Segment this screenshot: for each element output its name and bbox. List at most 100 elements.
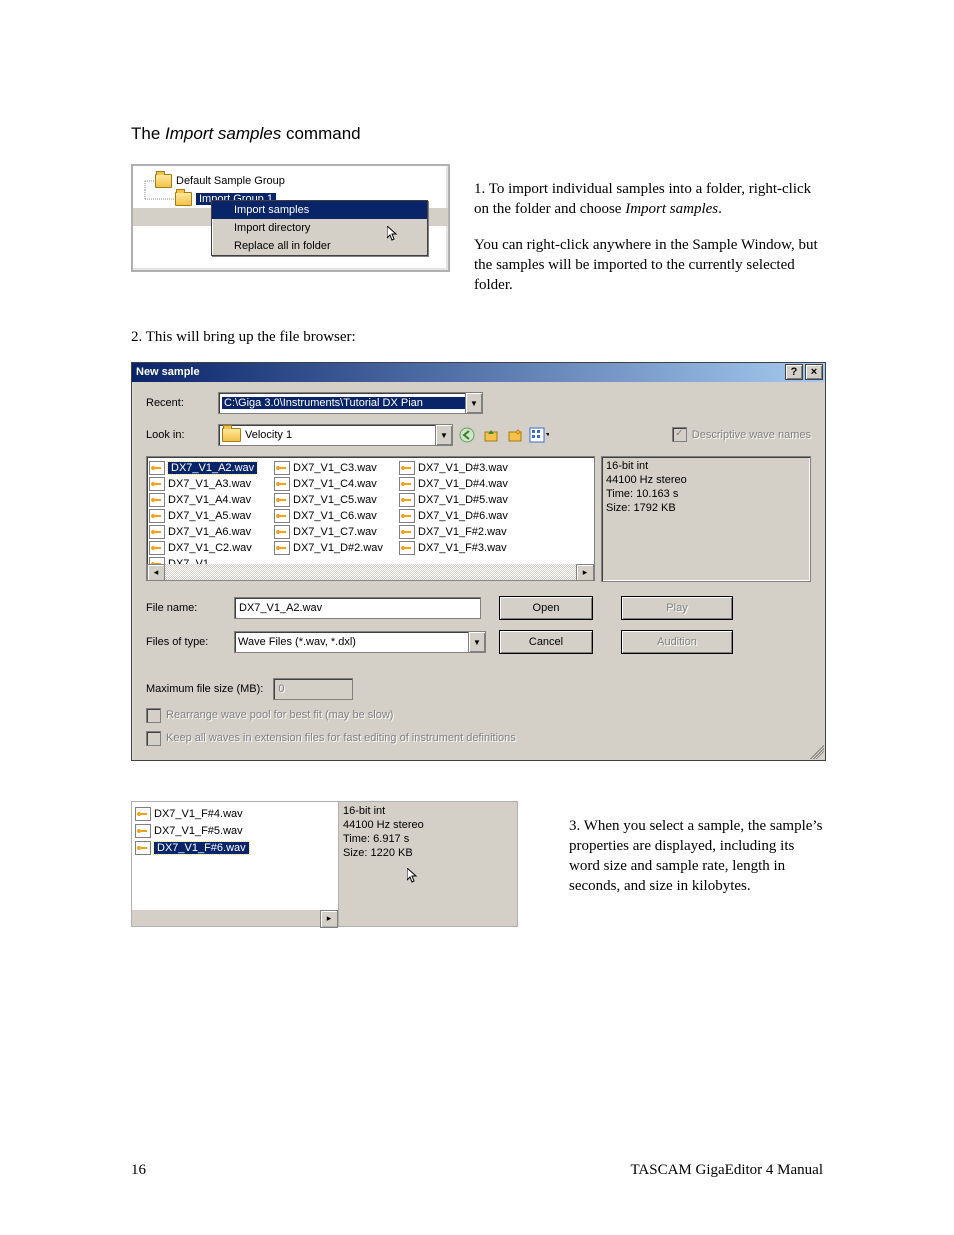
keep-ext-checkbox bbox=[146, 731, 161, 746]
file-item[interactable]: DX7_V1_F#4.wav bbox=[135, 806, 335, 823]
wav-icon bbox=[149, 477, 165, 491]
new-folder-icon[interactable] bbox=[505, 425, 525, 445]
file-item[interactable]: DX7_V1_C2.wav bbox=[149, 540, 274, 556]
tree-screenshot: Default Sample Group Import Group 1 Impo… bbox=[131, 164, 446, 282]
file-item[interactable]: DX7_V1_C3.wav bbox=[274, 460, 399, 476]
wav-icon bbox=[399, 541, 415, 555]
file-item[interactable]: DX7_V1_F#5.wav bbox=[135, 823, 335, 840]
info-line: Size: 1220 KB bbox=[343, 846, 513, 860]
text-em: Import samples bbox=[625, 201, 718, 217]
wav-icon bbox=[399, 477, 415, 491]
filetype-value: Wave Files (*.wav, *.dxl) bbox=[238, 636, 468, 648]
folder-icon bbox=[155, 174, 172, 188]
info-line: Size: 1792 KB bbox=[606, 501, 806, 515]
wav-icon bbox=[399, 493, 415, 507]
file-item[interactable]: DX7_V1_C6.wav bbox=[274, 508, 399, 524]
chevron-down-icon[interactable] bbox=[465, 393, 482, 413]
file-item[interactable]: DX7_V1_F#2.wav bbox=[399, 524, 524, 540]
page-number: 16 bbox=[131, 1162, 146, 1179]
scroll-right-button[interactable]: ▸ bbox=[576, 564, 594, 581]
back-icon[interactable] bbox=[457, 425, 477, 445]
recent-combo[interactable]: C:\Giga 3.0\Instruments\Tutorial DX Pian bbox=[218, 392, 483, 414]
maxsize-label: Maximum file size (MB): bbox=[146, 683, 263, 695]
lookin-combo[interactable]: Velocity 1 bbox=[218, 424, 453, 446]
wav-icon bbox=[399, 509, 415, 523]
resize-grip-icon[interactable] bbox=[810, 745, 824, 759]
file-item[interactable]: DX7_V1_F#6.wav bbox=[135, 840, 335, 857]
body-text: 2. This will bring up the file browser: bbox=[131, 327, 823, 347]
heading-text: command bbox=[281, 124, 360, 143]
close-button[interactable]: × bbox=[805, 364, 823, 380]
sample-properties-screenshot: DX7_V1_F#4.wavDX7_V1_F#5.wavDX7_V1_F#6.w… bbox=[131, 801, 541, 927]
keep-ext-label: Keep all waves in extension files for fa… bbox=[166, 732, 516, 744]
wav-icon bbox=[149, 461, 165, 475]
cancel-button[interactable]: Cancel bbox=[499, 630, 593, 654]
file-info-panel: 16-bit int 44100 Hz stereo Time: 10.163 … bbox=[601, 456, 811, 582]
help-button[interactable]: ? bbox=[785, 364, 803, 380]
wav-icon bbox=[149, 493, 165, 507]
manual-title: TASCAM GigaEditor 4 Manual bbox=[630, 1162, 823, 1179]
audition-button: Audition bbox=[621, 630, 733, 654]
file-dialog: New sample ? × Recent: C:\Giga 3.0\Instr… bbox=[131, 362, 826, 761]
file-item[interactable]: DX7_V1_A2.wav bbox=[149, 460, 274, 476]
recent-label: Recent: bbox=[146, 397, 218, 409]
file-item[interactable]: DX7_V1_A3.wav bbox=[149, 476, 274, 492]
window-title: New sample bbox=[136, 366, 200, 378]
file-item[interactable]: DX7_V1_D#3.wav bbox=[399, 460, 524, 476]
file-item[interactable]: DX7_V1_C7.wav bbox=[274, 524, 399, 540]
file-listing[interactable]: DX7_V1_A2.wavDX7_V1_A3.wavDX7_V1_A4.wavD… bbox=[146, 456, 595, 581]
file-item[interactable]: DX7_V1_C5.wav bbox=[274, 492, 399, 508]
file-item[interactable]: DX7_V1_D#2.wav bbox=[274, 540, 399, 556]
file-item[interactable]: DX7_V1_A5.wav bbox=[149, 508, 274, 524]
wav-icon bbox=[149, 509, 165, 523]
heading-em: Import samples bbox=[165, 124, 281, 143]
view-menu-icon[interactable] bbox=[529, 425, 549, 445]
lookin-value: Velocity 1 bbox=[245, 429, 435, 441]
file-item[interactable]: DX7_V1_D#5.wav bbox=[399, 492, 524, 508]
horizontal-scrollbar[interactable]: ▸ bbox=[132, 910, 338, 926]
menu-item-import-samples[interactable]: Import samples bbox=[212, 201, 427, 219]
file-item[interactable]: DX7_V1_D#6.wav bbox=[399, 508, 524, 524]
wav-icon bbox=[274, 477, 290, 491]
wav-icon bbox=[149, 541, 165, 555]
file-list-panel[interactable]: DX7_V1_F#4.wavDX7_V1_F#5.wavDX7_V1_F#6.w… bbox=[131, 801, 339, 927]
wav-icon bbox=[399, 525, 415, 539]
wav-icon bbox=[135, 824, 151, 838]
lookin-label: Look in: bbox=[146, 429, 218, 441]
heading-text: The bbox=[131, 124, 165, 143]
filename-label: File name: bbox=[146, 602, 234, 614]
file-item[interactable]: DX7_V1_A4.wav bbox=[149, 492, 274, 508]
desc-names-checkbox bbox=[672, 427, 687, 442]
file-item[interactable]: DX7_V1_A6.wav bbox=[149, 524, 274, 540]
scroll-left-button[interactable]: ◂ bbox=[147, 564, 165, 581]
body-text: 1. To import individual samples into a f… bbox=[474, 179, 823, 220]
open-button[interactable]: Open bbox=[499, 596, 593, 620]
file-item[interactable]: DX7_V1_F#3.wav bbox=[399, 540, 524, 556]
info-line: Time: 6.917 s bbox=[343, 832, 513, 846]
section-heading: The Import samples command bbox=[131, 124, 823, 144]
filetype-combo[interactable]: Wave Files (*.wav, *.dxl) bbox=[234, 631, 486, 653]
info-line: 44100 Hz stereo bbox=[606, 473, 806, 487]
scroll-right-button[interactable]: ▸ bbox=[320, 910, 338, 928]
wav-icon bbox=[274, 541, 290, 555]
info-line: 16-bit int bbox=[343, 804, 513, 818]
text: . bbox=[718, 201, 722, 217]
tree-item-label[interactable]: Default Sample Group bbox=[176, 175, 285, 187]
info-line: 44100 Hz stereo bbox=[343, 818, 513, 832]
up-folder-icon[interactable] bbox=[481, 425, 501, 445]
cursor-icon bbox=[407, 868, 423, 884]
info-line: 16-bit int bbox=[606, 459, 806, 473]
wav-icon bbox=[274, 493, 290, 507]
file-item[interactable]: DX7_V1_C4.wav bbox=[274, 476, 399, 492]
chevron-down-icon[interactable] bbox=[435, 425, 452, 445]
chevron-down-icon[interactable] bbox=[468, 632, 485, 652]
recent-value: C:\Giga 3.0\Instruments\Tutorial DX Pian bbox=[222, 397, 465, 409]
folder-open-icon bbox=[222, 428, 241, 442]
wav-icon bbox=[274, 461, 290, 475]
filename-input[interactable]: DX7_V1_A2.wav bbox=[234, 597, 481, 619]
horizontal-scrollbar[interactable]: ◂ ▸ bbox=[147, 564, 594, 580]
desc-names-label: Descriptive wave names bbox=[692, 429, 811, 441]
file-item[interactable]: DX7_V1_D#4.wav bbox=[399, 476, 524, 492]
wav-icon bbox=[274, 509, 290, 523]
filetype-label: Files of type: bbox=[146, 636, 234, 648]
